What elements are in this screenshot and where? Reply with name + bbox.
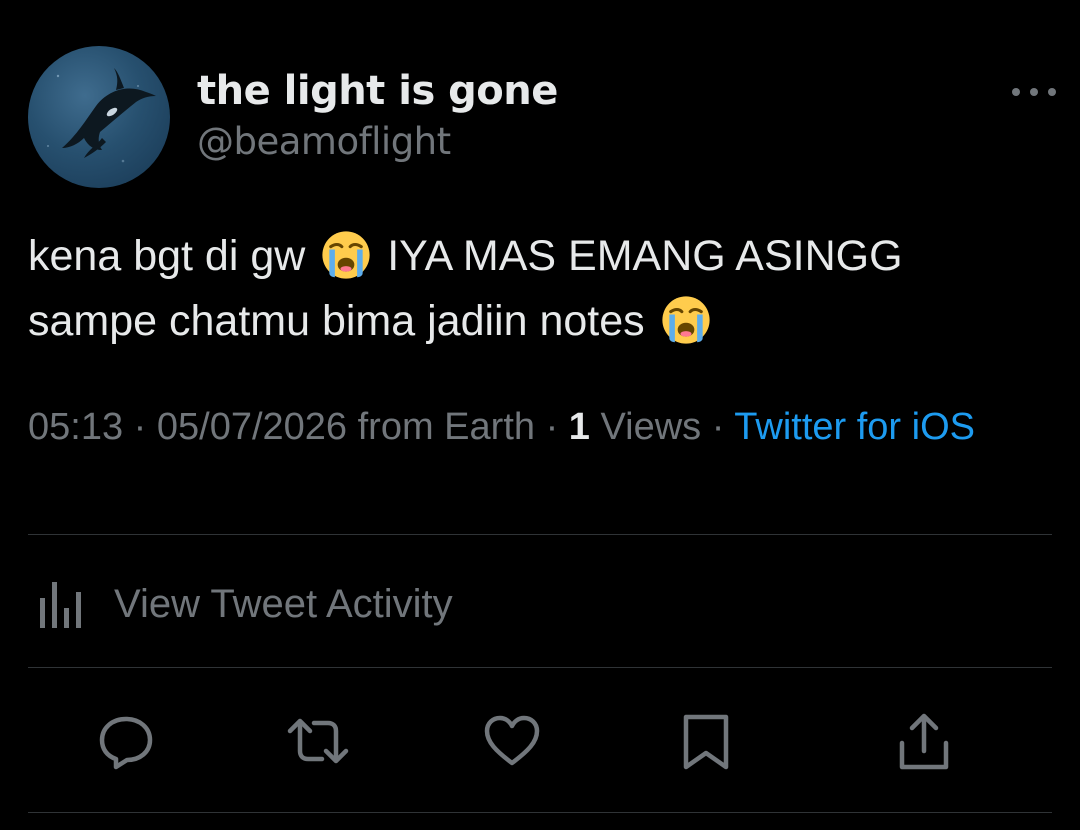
view-tweet-activity-label: View Tweet Activity <box>114 581 453 626</box>
author-display-name[interactable]: the light is gone <box>197 68 558 114</box>
bookmark-button[interactable] <box>674 709 738 773</box>
retweet-button[interactable] <box>286 709 350 773</box>
share-icon <box>899 713 949 770</box>
tweet-text-segment: IYA MAS EMANG ASINGG <box>387 232 903 280</box>
meta-separator: · <box>545 406 559 448</box>
tweet-date[interactable]: 05/07/2026 <box>157 406 347 448</box>
bookmark-icon <box>683 714 729 770</box>
view-tweet-activity-button[interactable]: View Tweet Activity <box>36 574 453 634</box>
tweet-text-segment: sampe chatmu bima jadiin notes <box>28 297 645 345</box>
meta-separator: · <box>711 406 725 448</box>
orca-avatar <box>47 68 156 163</box>
avatar[interactable] <box>28 46 170 188</box>
views-count: 1 <box>568 406 590 448</box>
like-icon <box>484 715 540 766</box>
tweet-source-link[interactable]: Twitter for iOS <box>734 406 975 448</box>
share-button[interactable] <box>892 709 956 773</box>
more-horizontal-icon[interactable] <box>1012 82 1056 102</box>
divider <box>28 667 1052 668</box>
meta-separator: · <box>133 406 147 448</box>
retweet-icon <box>287 718 349 764</box>
author-handle[interactable]: @beamoflight <box>197 120 451 163</box>
reply-icon <box>99 716 153 770</box>
tweet-time[interactable]: 05:13 <box>28 406 123 448</box>
loudly-crying-face-icon <box>661 296 710 344</box>
views-label: Views <box>600 406 702 448</box>
divider <box>28 534 1052 535</box>
tweet-meta: 05:13 · 05/07/2026 from Earth · 1 Views … <box>28 402 1028 452</box>
tweet-text: kena bgt di gw IYA MAS EMANG ASINGG samp… <box>28 224 1048 354</box>
analytics-icon <box>40 582 81 628</box>
divider <box>28 812 1052 813</box>
loudly-crying-face-icon <box>322 231 370 279</box>
reply-button[interactable] <box>94 709 158 773</box>
tweet-action-bar <box>28 706 1052 776</box>
tweet-location: from Earth <box>357 406 536 448</box>
like-button[interactable] <box>480 709 544 773</box>
tweet-text-segment: kena bgt di gw <box>28 232 306 280</box>
